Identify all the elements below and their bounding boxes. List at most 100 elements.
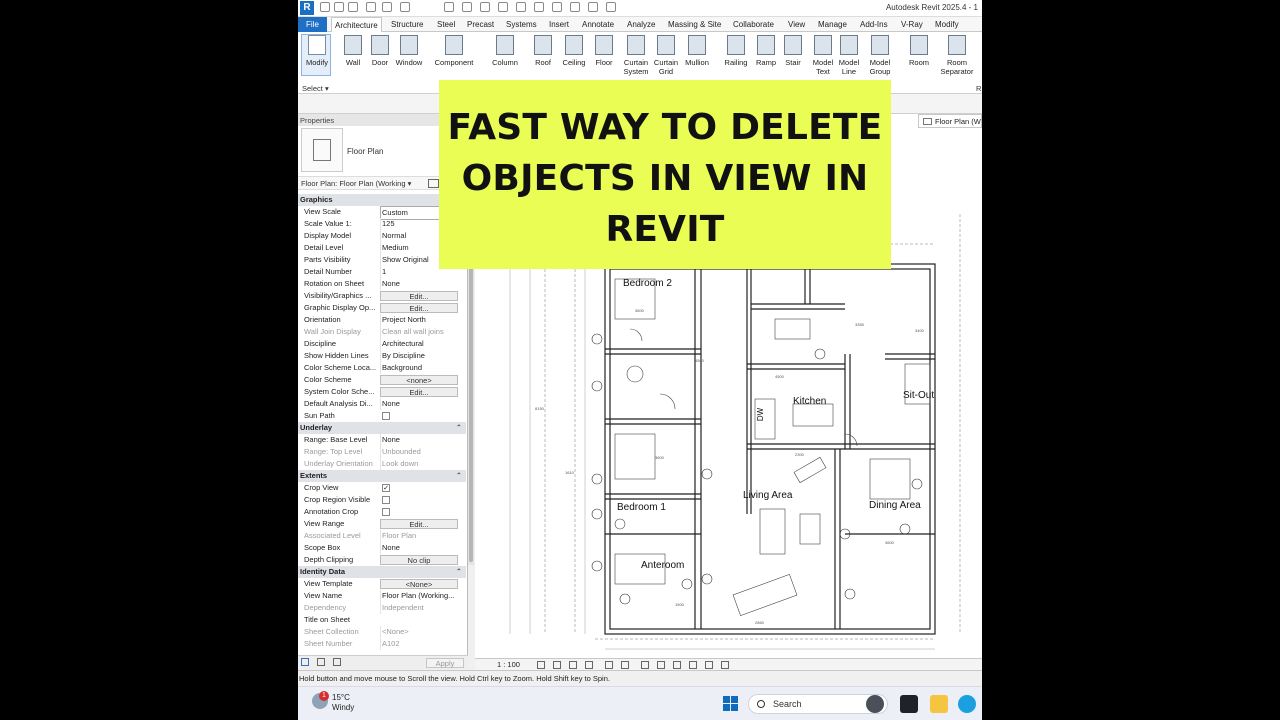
tab-file[interactable]: File (298, 17, 327, 32)
color-scheme-button[interactable]: <none> (380, 375, 458, 385)
revit-logo-icon[interactable]: R (300, 1, 314, 15)
measure-icon[interactable] (444, 2, 454, 12)
property-system-color-sche[interactable]: System Color Sche... Edit... (298, 386, 466, 398)
reveal-hidden-icon[interactable] (673, 661, 681, 669)
view-tab-floor-plan[interactable]: Floor Plan (W (918, 114, 982, 128)
redo-icon[interactable] (382, 2, 392, 12)
open-icon[interactable] (320, 2, 330, 12)
property-value[interactable]: Background (380, 362, 462, 374)
property-annotation-crop[interactable]: Annotation Crop (298, 506, 466, 518)
sun-path-icon[interactable] (569, 661, 577, 669)
system-color-sche-button[interactable]: Edit... (380, 387, 458, 397)
customize-toolbar-icon[interactable] (606, 2, 616, 12)
railing-button[interactable]: Railing (722, 35, 750, 67)
property-range-base-level[interactable]: Range: Base Level None (298, 434, 466, 446)
property-value[interactable]: None (380, 398, 462, 410)
curtain-system-button[interactable]: Curtain System (621, 35, 651, 76)
tab-insert[interactable]: Insert (546, 17, 572, 32)
close-hidden-icon[interactable] (570, 2, 580, 12)
tab-v-ray[interactable]: V-Ray (898, 17, 926, 32)
file-explorer-icon[interactable] (930, 695, 948, 713)
collapse-icon[interactable]: ⌃ (456, 470, 462, 482)
stair-button[interactable]: Stair (781, 35, 805, 67)
tab-analyze[interactable]: Analyze (624, 17, 658, 32)
property-rotation-on-sheet[interactable]: Rotation on Sheet None (298, 278, 466, 290)
property-color-scheme[interactable]: Color Scheme <none> (298, 374, 466, 386)
sun-path-checkbox[interactable] (382, 412, 390, 420)
group-extents[interactable]: Extents ⌃ (298, 470, 466, 482)
floor-button[interactable]: Floor (592, 35, 616, 67)
property-title-on-sheet[interactable]: Title on Sheet (298, 614, 466, 626)
ceiling-button[interactable]: Ceiling (559, 35, 589, 67)
room-button[interactable]: Room (906, 35, 932, 67)
tab-systems[interactable]: Systems (503, 17, 540, 32)
property-value[interactable]: Floor Plan (Working... (380, 590, 462, 602)
model-group-button[interactable]: Model Group (866, 35, 894, 76)
property-sun-path[interactable]: Sun Path (298, 410, 466, 422)
crop-region-visible-checkbox[interactable] (382, 496, 390, 504)
3d-view-icon[interactable] (516, 2, 526, 12)
tab-collaborate[interactable]: Collaborate (730, 17, 777, 32)
detail-level-icon[interactable] (537, 661, 545, 669)
depth-clipping-button[interactable]: No clip (380, 555, 458, 565)
collapse-icon[interactable] (721, 661, 729, 669)
roof-button[interactable]: Roof (531, 35, 555, 67)
analysis-icon[interactable] (689, 661, 697, 669)
crop-region-icon[interactable] (621, 661, 629, 669)
dimension-icon[interactable] (462, 2, 472, 12)
edit-type-icon[interactable] (428, 179, 439, 188)
property-value[interactable]: None (380, 542, 462, 554)
tab-architecture[interactable]: Architecture (331, 17, 382, 32)
highlight-icon[interactable] (705, 661, 713, 669)
property-crop-view[interactable]: Crop View ✓ (298, 482, 466, 494)
print-icon[interactable] (400, 2, 410, 12)
collapse-icon[interactable]: ⌃ (456, 422, 462, 434)
column-button[interactable]: Column (488, 35, 522, 67)
curtain-grid-button[interactable]: Curtain Grid (651, 35, 681, 76)
mullion-button[interactable]: Mullion (682, 35, 712, 67)
model-text-button[interactable]: Model Text (810, 35, 836, 76)
property-value[interactable]: Project North (380, 314, 462, 326)
collapse-icon[interactable]: ⌃ (456, 566, 462, 578)
edge-browser-icon[interactable] (958, 695, 976, 713)
sync-icon[interactable] (348, 2, 358, 12)
group-identity-data[interactable]: Identity Data ⌃ (298, 566, 466, 578)
view-template-button[interactable]: <None> (380, 579, 458, 589)
tab-modify[interactable]: Modify (932, 17, 962, 32)
tab-precast[interactable]: Precast (464, 17, 497, 32)
visibility-graphics-button[interactable]: Edit... (380, 291, 458, 301)
tab-manage[interactable]: Manage (815, 17, 850, 32)
property-value[interactable]: Architectural (380, 338, 462, 350)
ramp-button[interactable]: Ramp (754, 35, 778, 67)
tag-icon[interactable] (480, 2, 490, 12)
terminal-icon[interactable] (900, 695, 918, 713)
tab-view[interactable]: View (785, 17, 808, 32)
app-icon[interactable] (866, 695, 884, 713)
switch-windows-icon[interactable] (588, 2, 598, 12)
property-value[interactable]: None (380, 434, 462, 446)
model-line-button[interactable]: Model Line (836, 35, 862, 76)
crop-view-icon[interactable] (605, 661, 613, 669)
property-show-hidden-lines[interactable]: Show Hidden Lines By Discipline (298, 350, 466, 362)
property-view-range[interactable]: View Range Edit... (298, 518, 466, 530)
property-discipline[interactable]: Discipline Architectural (298, 338, 466, 350)
tab-annotate[interactable]: Annotate (579, 17, 617, 32)
categorize-icon[interactable] (301, 658, 309, 666)
property-value[interactable]: None (380, 278, 462, 290)
view-range-button[interactable]: Edit... (380, 519, 458, 529)
tab-add-ins[interactable]: Add-Ins (857, 17, 891, 32)
section-icon[interactable] (534, 2, 544, 12)
visual-style-icon[interactable] (553, 661, 561, 669)
view-scale[interactable]: 1 : 100 (497, 660, 520, 669)
door-button[interactable]: Door (368, 35, 392, 67)
room-separator-button[interactable]: Room Separator (938, 35, 976, 76)
property-scope-box[interactable]: Scope Box None (298, 542, 466, 554)
text-icon[interactable] (498, 2, 508, 12)
type-selector[interactable]: Floor Plan (347, 147, 383, 156)
temporary-hide-icon[interactable] (657, 661, 665, 669)
property-graphic-display-op[interactable]: Graphic Display Op... Edit... (298, 302, 466, 314)
shadows-icon[interactable] (585, 661, 593, 669)
property-view-name[interactable]: View Name Floor Plan (Working... (298, 590, 466, 602)
group-underlay[interactable]: Underlay ⌃ (298, 422, 466, 434)
component-button[interactable]: Component (432, 35, 476, 67)
